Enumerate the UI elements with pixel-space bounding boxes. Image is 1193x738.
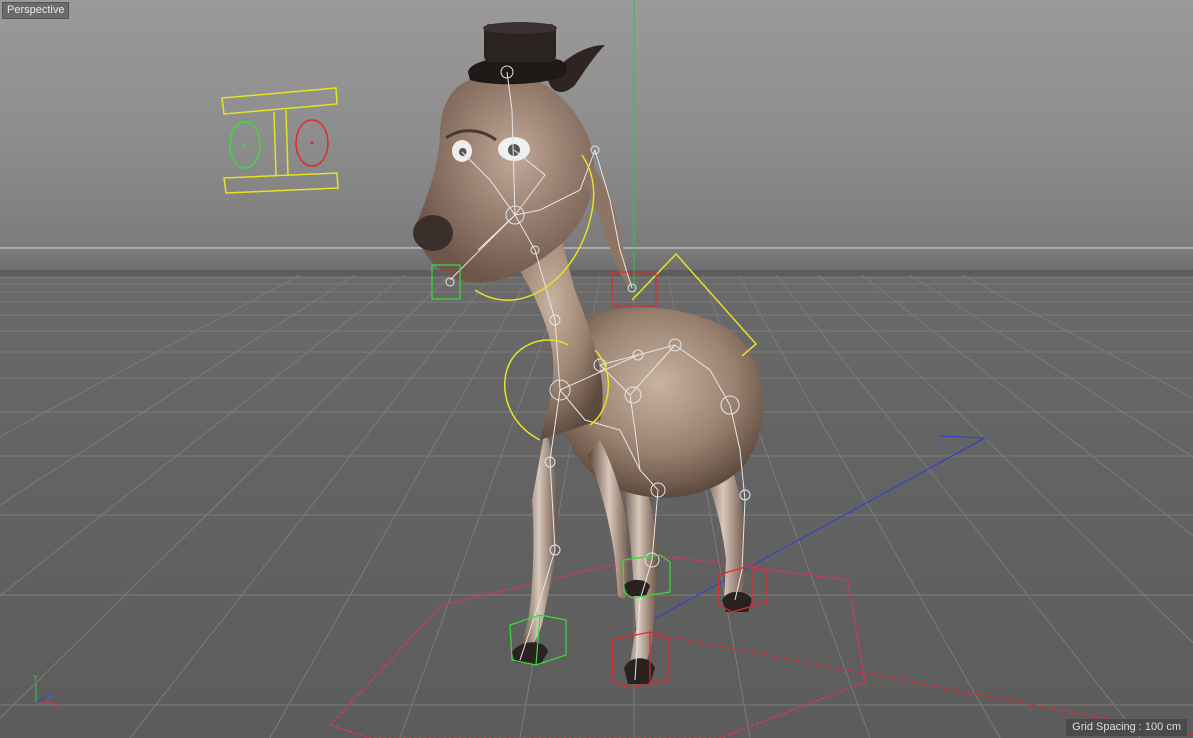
3d-viewport[interactable]: Y Z X Perspective Grid Spacing : 100 cm: [0, 0, 1193, 738]
grid-spacing-readout: Grid Spacing : 100 cm: [1066, 719, 1187, 736]
horizon-shadow: [0, 270, 1193, 276]
scene-canvas[interactable]: Y Z X: [0, 0, 1193, 738]
horizon-band: [0, 247, 1193, 249]
axis-y-label: Y: [33, 674, 39, 683]
viewport-camera-label[interactable]: Perspective: [2, 2, 70, 19]
axis-x-label: X: [55, 701, 61, 710]
goat-model[interactable]: [413, 22, 764, 684]
axis-z-label: Z: [47, 695, 52, 704]
z-axis-tick: [939, 435, 986, 439]
face-controller[interactable]: [221, 87, 339, 194]
